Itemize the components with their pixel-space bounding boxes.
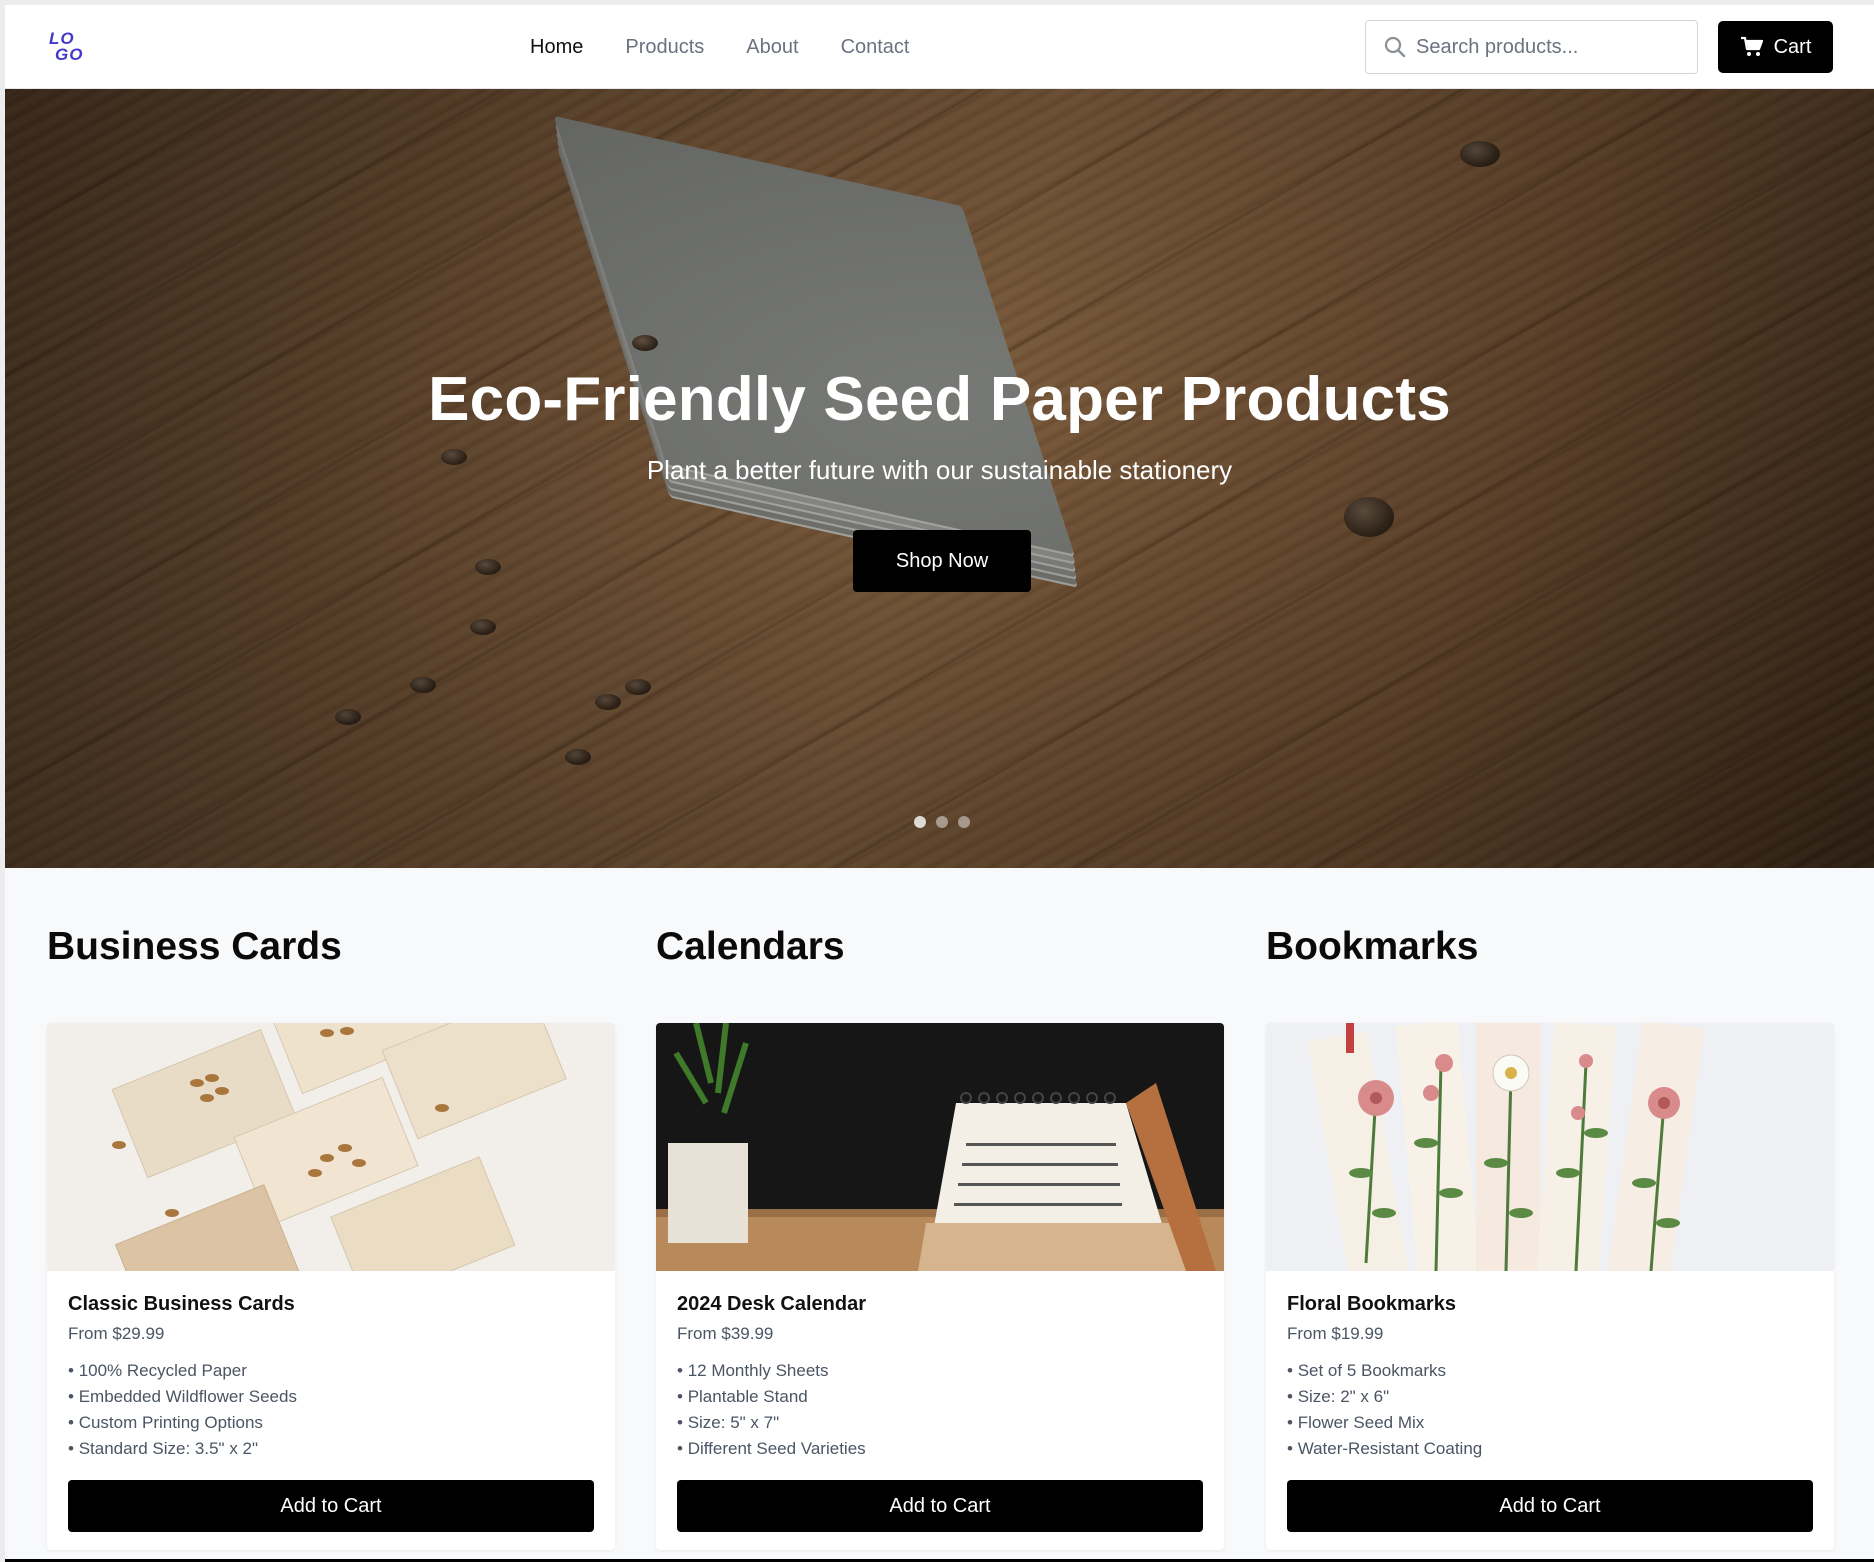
search-box — [1365, 20, 1698, 74]
carousel-dots — [914, 816, 970, 828]
feature-item: Size: 2" x 6" — [1287, 1384, 1813, 1410]
nav-contact[interactable]: Contact — [841, 36, 910, 59]
add-to-cart-button[interactable]: Add to Cart — [1287, 1480, 1813, 1532]
main-nav: Home Products About Contact — [530, 5, 910, 89]
feature-item: Different Seed Varieties — [677, 1436, 1203, 1462]
hero-banner: Eco-Friendly Seed Paper Products Plant a… — [5, 89, 1874, 868]
feature-item: Water-Resistant Coating — [1287, 1436, 1813, 1462]
product-price: From $39.99 — [677, 1324, 774, 1343]
category-bookmarks: Bookmarks Floral Bookmarks From $19.99 •… — [1266, 925, 1834, 1550]
feature-item: Flower Seed Mix — [1287, 1410, 1813, 1436]
category-calendars: Calendars 2024 Desk Calendar From $39.99… — [656, 925, 1224, 1550]
feature-item: Embedded Wildflower Seeds — [68, 1384, 594, 1410]
feature-item: 12 Monthly Sheets — [677, 1358, 1203, 1384]
shop-now-button[interactable]: Shop Now — [853, 530, 1031, 592]
product-features: 12 Monthly Sheets Plantable Stand Size: … — [677, 1358, 1203, 1462]
category-heading: Business Cards — [47, 925, 342, 968]
hero-title: Eco-Friendly Seed Paper Products — [428, 365, 1451, 434]
product-image-desk-calendar[interactable] — [656, 1023, 1224, 1271]
feature-item: Set of 5 Bookmarks — [1287, 1358, 1813, 1384]
add-to-cart-button[interactable]: Add to Cart — [68, 1480, 594, 1532]
product-name[interactable]: Classic Business Cards — [68, 1293, 594, 1316]
category-heading: Calendars — [656, 925, 845, 968]
hero-subtitle: Plant a better future with our sustainab… — [646, 455, 1233, 485]
product-price: From $19.99 — [1287, 1324, 1384, 1343]
product-name[interactable]: 2024 Desk Calendar — [677, 1293, 1203, 1316]
feature-item: Standard Size: 3.5" x 2" — [68, 1436, 594, 1462]
carousel-dot-2[interactable] — [936, 816, 948, 828]
product-card: Classic Business Cards From $29.99 100% … — [47, 1023, 615, 1550]
carousel-dot-1[interactable] — [914, 816, 926, 828]
product-name[interactable]: Floral Bookmarks — [1287, 1293, 1813, 1316]
feature-item: Size: 5" x 7" — [677, 1410, 1203, 1436]
cart-icon — [1740, 36, 1763, 56]
feature-item: 100% Recycled Paper — [68, 1358, 594, 1384]
product-details: 2024 Desk Calendar From $39.99 12 Monthl… — [677, 1293, 1203, 1462]
product-card: 2024 Desk Calendar From $39.99 12 Monthl… — [656, 1023, 1224, 1550]
nav-home[interactable]: Home — [530, 36, 583, 59]
product-details: Floral Bookmarks From $19.99 Set of 5 Bo… — [1287, 1293, 1813, 1462]
carousel-dot-3[interactable] — [958, 816, 970, 828]
nav-products[interactable]: Products — [625, 36, 704, 59]
site-header: LO GO Home Products About Contact Cart — [5, 5, 1874, 89]
product-image-floral-bookmarks[interactable] — [1266, 1023, 1834, 1271]
nav-about[interactable]: About — [746, 36, 798, 59]
feature-item: Custom Printing Options — [68, 1410, 594, 1436]
cart-button[interactable]: Cart — [1718, 21, 1833, 73]
product-details: Classic Business Cards From $29.99 100% … — [68, 1293, 594, 1462]
product-features: 100% Recycled Paper Embedded Wildflower … — [68, 1358, 594, 1462]
logo-line-2: GO — [55, 45, 84, 64]
category-heading: Bookmarks — [1266, 925, 1479, 968]
cart-label: Cart — [1773, 35, 1812, 58]
product-features: Set of 5 Bookmarks Size: 2" x 6" Flower … — [1287, 1358, 1813, 1462]
page: LO GO Home Products About Contact Cart — [5, 5, 1874, 1562]
product-price: From $29.99 — [68, 1324, 165, 1343]
add-to-cart-button[interactable]: Add to Cart — [677, 1480, 1203, 1532]
product-card: Floral Bookmarks From $19.99 Set of 5 Bo… — [1266, 1023, 1834, 1550]
search-icon — [1384, 36, 1406, 58]
product-image-business-cards[interactable] — [47, 1023, 615, 1271]
category-business-cards: Business Cards Classic Business Cards Fr… — [47, 925, 615, 1550]
feature-item: Plantable Stand — [677, 1384, 1203, 1410]
logo[interactable]: LO GO — [49, 30, 91, 67]
search-input[interactable] — [1416, 21, 1686, 73]
